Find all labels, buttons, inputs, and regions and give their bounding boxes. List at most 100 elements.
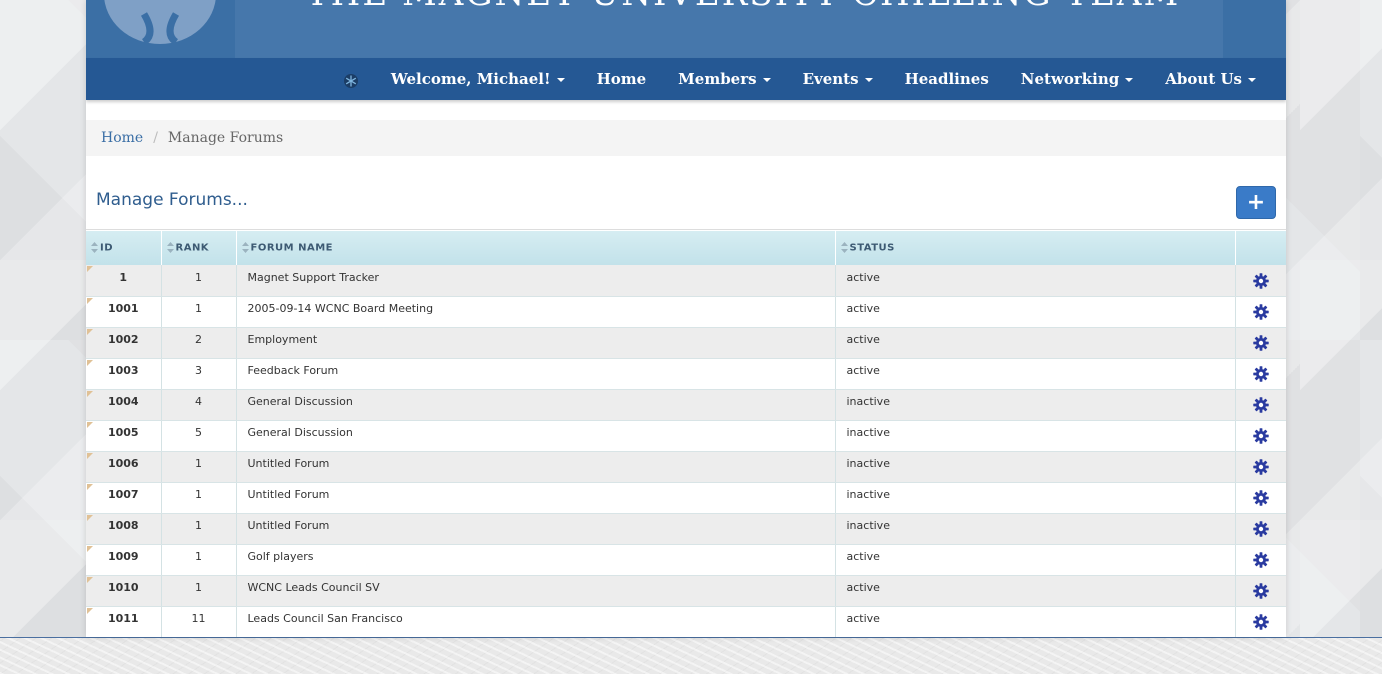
cell-actions: [1235, 482, 1286, 514]
cell-id: 1010: [86, 575, 162, 607]
cell-id: 1009: [86, 544, 162, 576]
column-header-forum-name[interactable]: FORUM NAME: [236, 231, 836, 265]
cell-forum-name: Golf players: [236, 544, 836, 576]
table-row[interactable]: 1011 11 Leads Council San Francisco active: [86, 606, 1286, 637]
cell-forum-name: 2005-09-14 WCNC Board Meeting: [236, 296, 836, 328]
cell-rank: 1: [161, 544, 237, 576]
table-row[interactable]: 1001 1 2005-09-14 WCNC Board Meeting active: [86, 296, 1286, 328]
cell-actions: [1235, 606, 1286, 637]
table-row[interactable]: 1010 1 WCNC Leads Council SV active: [86, 575, 1286, 607]
row-marker-icon: [87, 607, 93, 614]
table-row[interactable]: 1008 1 Untitled Forum inactive: [86, 513, 1286, 545]
gear-icon[interactable]: [1252, 366, 1269, 385]
gear-icon[interactable]: [1252, 552, 1269, 571]
cell-forum-name: Untitled Forum: [236, 482, 836, 514]
page-container: THE MAGNET UNIVERSITY CHILLING TEAM Welc…: [86, 0, 1286, 637]
gear-icon[interactable]: [1252, 304, 1269, 323]
cell-status: inactive: [835, 482, 1236, 514]
cell-rank: 1: [161, 482, 237, 514]
cell-status: active: [835, 358, 1236, 390]
row-marker-icon: [87, 545, 93, 552]
gear-icon[interactable]: [1252, 459, 1269, 478]
main-navbar: Welcome, Michael! Home Members Events Headli…: [86, 58, 1286, 100]
cell-id: 1001: [86, 296, 162, 328]
cell-actions: [1235, 513, 1286, 545]
cell-rank: 1: [161, 575, 237, 607]
cell-status: active: [835, 327, 1236, 359]
cell-rank: 5: [161, 420, 237, 452]
table-row[interactable]: 1002 2 Employment active: [86, 327, 1286, 359]
cell-actions: [1235, 358, 1286, 390]
cell-id: 1007: [86, 482, 162, 514]
gear-icon[interactable]: [1252, 521, 1269, 540]
breadcrumb-separator: /: [153, 130, 158, 146]
gear-icon[interactable]: [1252, 397, 1269, 416]
sort-icon: [166, 242, 174, 254]
plus-icon: +: [1246, 190, 1266, 215]
cell-id: 1003: [86, 358, 162, 390]
gear-icon[interactable]: [1252, 428, 1269, 447]
nav-item-welcome-michael[interactable]: Welcome, Michael!: [375, 70, 581, 88]
row-marker-icon: [87, 514, 93, 521]
caret-down-icon: [1125, 78, 1134, 82]
nav-item-about-us[interactable]: About Us: [1149, 70, 1272, 88]
cell-forum-name: WCNC Leads Council SV: [236, 575, 836, 607]
gear-icon[interactable]: [1252, 614, 1269, 633]
row-marker-icon: [87, 390, 93, 397]
add-forum-button[interactable]: +: [1236, 186, 1276, 219]
table-row[interactable]: 1 1 Magnet Support Tracker active: [86, 265, 1286, 297]
row-marker-icon: [87, 266, 93, 272]
table-row[interactable]: 1003 3 Feedback Forum active: [86, 358, 1286, 390]
nav-item-members[interactable]: Members: [662, 70, 786, 88]
table-row[interactable]: 1006 1 Untitled Forum inactive: [86, 451, 1286, 483]
table-header-row: ID RANK FORUM NAME STATUS: [86, 231, 1286, 265]
sort-icon: [241, 242, 249, 254]
site-logo[interactable]: [104, 0, 216, 44]
nav-items: Welcome, Michael! Home Members Events Headli…: [343, 58, 1272, 100]
cell-id: 1008: [86, 513, 162, 545]
column-header-id[interactable]: ID: [86, 231, 162, 265]
cell-rank: 11: [161, 606, 237, 637]
table-row[interactable]: 1005 5 General Discussion inactive: [86, 420, 1286, 452]
cell-actions: [1235, 451, 1286, 483]
cell-rank: 1: [161, 513, 237, 545]
gear-icon[interactable]: [1252, 490, 1269, 509]
row-marker-icon: [87, 452, 93, 459]
cell-rank: 3: [161, 358, 237, 390]
cell-forum-name: Employment: [236, 327, 836, 359]
site-banner: THE MAGNET UNIVERSITY CHILLING TEAM: [86, 0, 1286, 58]
cell-status: active: [835, 544, 1236, 576]
gear-icon[interactable]: [1252, 335, 1269, 354]
forums-table: ID RANK FORUM NAME STATUS 1 1 Magnet Suppo…: [86, 231, 1286, 637]
nav-item-headlines[interactable]: Headlines: [889, 70, 1005, 88]
column-header-status[interactable]: STATUS: [835, 231, 1236, 265]
snowflake-icon[interactable]: [343, 73, 359, 89]
cell-actions: [1235, 420, 1286, 452]
breadcrumb-home-link[interactable]: Home: [101, 130, 143, 146]
column-header-rank[interactable]: RANK: [161, 231, 237, 265]
cell-id: 1002: [86, 327, 162, 359]
nav-item-networking[interactable]: Networking: [1005, 70, 1150, 88]
row-marker-icon: [87, 297, 93, 304]
cell-forum-name: Untitled Forum: [236, 451, 836, 483]
nav-item-home[interactable]: Home: [581, 70, 663, 88]
page-title: Manage Forums...: [96, 190, 248, 210]
breadcrumb: Home / Manage Forums: [86, 120, 1286, 156]
cell-id: 1005: [86, 420, 162, 452]
table-row[interactable]: 1004 4 General Discussion inactive: [86, 389, 1286, 421]
gear-icon[interactable]: [1252, 273, 1269, 292]
column-header-actions: [1235, 231, 1286, 265]
cell-forum-name: General Discussion: [236, 389, 836, 421]
nav-item-events[interactable]: Events: [787, 70, 889, 88]
row-marker-icon: [87, 328, 93, 335]
row-marker-icon: [87, 359, 93, 366]
cell-id: 1: [86, 265, 162, 297]
cell-status: active: [835, 575, 1236, 607]
cell-status: active: [835, 296, 1236, 328]
cell-forum-name: Untitled Forum: [236, 513, 836, 545]
gear-icon[interactable]: [1252, 583, 1269, 602]
table-row[interactable]: 1007 1 Untitled Forum inactive: [86, 482, 1286, 514]
cell-id: 1004: [86, 389, 162, 421]
table-row[interactable]: 1009 1 Golf players active: [86, 544, 1286, 576]
caret-down-icon: [556, 78, 565, 82]
